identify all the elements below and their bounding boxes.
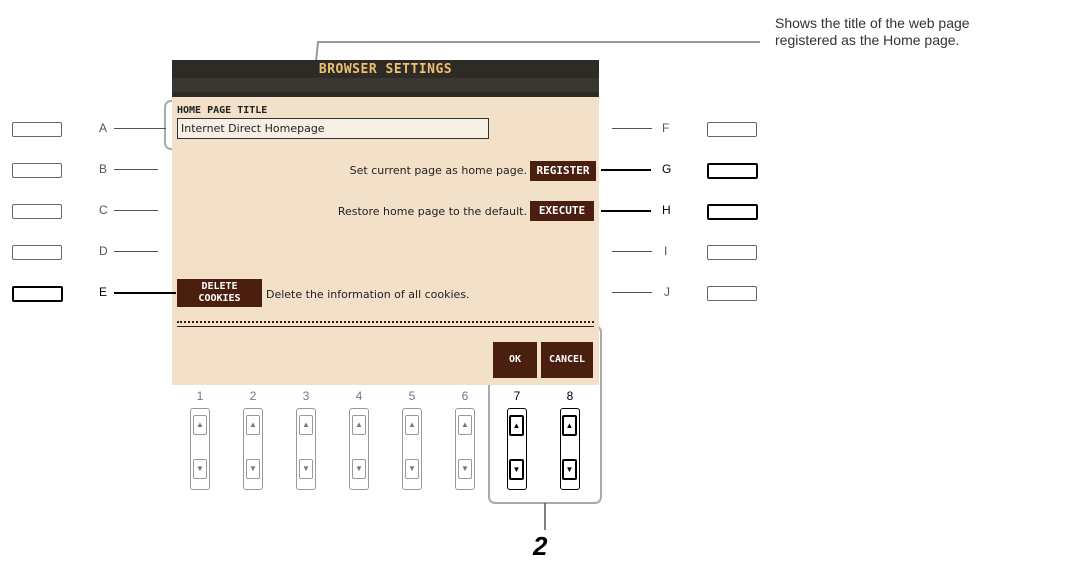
- delete-cookies-line-1: DELETE: [201, 281, 238, 292]
- panel-button-e[interactable]: [12, 286, 63, 302]
- button-number-3: 3: [302, 389, 310, 403]
- home-page-title-field[interactable]: Internet Direct Homepage: [177, 118, 489, 139]
- button-number-8: 8: [566, 389, 574, 403]
- header-strip: [172, 78, 599, 92]
- up-arrow-button-2[interactable]: ▲: [246, 415, 260, 435]
- execute-button[interactable]: EXECUTE: [530, 201, 594, 221]
- button-number-1: 1: [196, 389, 204, 403]
- arrow-buttons-6: ▲ ▼: [455, 408, 475, 490]
- register-description: Set current page as home page.: [349, 164, 527, 177]
- panel-line-a: [114, 128, 166, 129]
- panel-line-f: [612, 128, 652, 129]
- panel-label-c: C: [99, 203, 108, 217]
- up-arrow-button-1[interactable]: ▲: [193, 415, 207, 435]
- down-arrow-button-6[interactable]: ▼: [458, 459, 472, 479]
- down-arrow-button-7[interactable]: ▼: [509, 459, 524, 480]
- down-arrow-button-2[interactable]: ▼: [246, 459, 260, 479]
- panel-label-g: G: [662, 162, 672, 176]
- delete-cookies-line-2: COOKIES: [198, 293, 241, 304]
- arrow-buttons-8: ▲ ▼: [560, 408, 580, 490]
- home-page-title-value: Internet Direct Homepage: [181, 122, 325, 135]
- panel-button-a[interactable]: [12, 122, 62, 137]
- panel-label-f: F: [662, 121, 670, 135]
- panel-line-b: [114, 169, 158, 170]
- panel-line-e: [114, 292, 176, 294]
- panel-button-c[interactable]: [12, 204, 62, 219]
- panel-line-g: [601, 169, 651, 171]
- arrow-buttons-2: ▲ ▼: [243, 408, 263, 490]
- execute-description: Restore home page to the default.: [337, 205, 527, 218]
- cancel-button[interactable]: CANCEL: [541, 342, 593, 378]
- panel-label-d: D: [99, 244, 108, 258]
- up-arrow-button-5[interactable]: ▲: [405, 415, 419, 435]
- panel-line-i: [612, 251, 652, 252]
- arrow-buttons-3: ▲ ▼: [296, 408, 316, 490]
- down-arrow-button-5[interactable]: ▼: [405, 459, 419, 479]
- panel-line-c: [114, 210, 158, 211]
- panel-label-b: B: [99, 162, 108, 176]
- screen-header: BROWSER SETTINGS: [172, 60, 599, 97]
- arrow-buttons-5: ▲ ▼: [402, 408, 422, 490]
- step-marker: 2: [533, 531, 548, 561]
- panel-button-f[interactable]: [707, 122, 757, 137]
- down-arrow-button-4[interactable]: ▼: [352, 459, 366, 479]
- display-screen: BROWSER SETTINGS HOME PAGE TITLE Interne…: [172, 60, 599, 385]
- panel-button-j[interactable]: [707, 286, 757, 301]
- separator: [177, 321, 594, 327]
- panel-label-j: J: [664, 285, 670, 299]
- panel-line-h: [601, 210, 651, 212]
- panel-line-d: [114, 251, 158, 252]
- button-number-7: 7: [513, 389, 521, 403]
- delete-cookies-description: Delete the information of all cookies.: [266, 288, 470, 301]
- button-number-2: 2: [249, 389, 257, 403]
- button-number-4: 4: [355, 389, 363, 403]
- button-number-5: 5: [408, 389, 416, 403]
- ok-button[interactable]: OK: [493, 342, 537, 378]
- arrow-buttons-7: ▲ ▼: [507, 408, 527, 490]
- button-number-6: 6: [461, 389, 469, 403]
- panel-button-b[interactable]: [12, 163, 62, 178]
- panel-button-h[interactable]: [707, 204, 758, 220]
- screen-title: BROWSER SETTINGS: [318, 62, 453, 77]
- up-arrow-button-8[interactable]: ▲: [562, 415, 577, 436]
- panel-button-d[interactable]: [12, 245, 62, 260]
- down-arrow-button-1[interactable]: ▼: [193, 459, 207, 479]
- down-arrow-button-3[interactable]: ▼: [299, 459, 313, 479]
- panel-button-i[interactable]: [707, 245, 757, 260]
- up-arrow-button-6[interactable]: ▲: [458, 415, 472, 435]
- delete-cookies-button[interactable]: DELETE COOKIES: [177, 279, 262, 307]
- panel-line-j: [612, 292, 652, 293]
- up-arrow-button-4[interactable]: ▲: [352, 415, 366, 435]
- panel-label-i: I: [664, 244, 668, 258]
- up-arrow-button-7[interactable]: ▲: [509, 415, 524, 436]
- arrow-buttons-4: ▲ ▼: [349, 408, 369, 490]
- panel-label-a: A: [99, 121, 108, 135]
- register-button[interactable]: REGISTER: [530, 161, 596, 181]
- home-page-title-label: HOME PAGE TITLE: [177, 105, 268, 116]
- panel-label-h: H: [662, 203, 671, 217]
- panel-button-g[interactable]: [707, 163, 758, 179]
- panel-label-e: E: [99, 285, 108, 299]
- down-arrow-button-8[interactable]: ▼: [562, 459, 577, 480]
- up-arrow-button-3[interactable]: ▲: [299, 415, 313, 435]
- arrow-buttons-1: ▲ ▼: [190, 408, 210, 490]
